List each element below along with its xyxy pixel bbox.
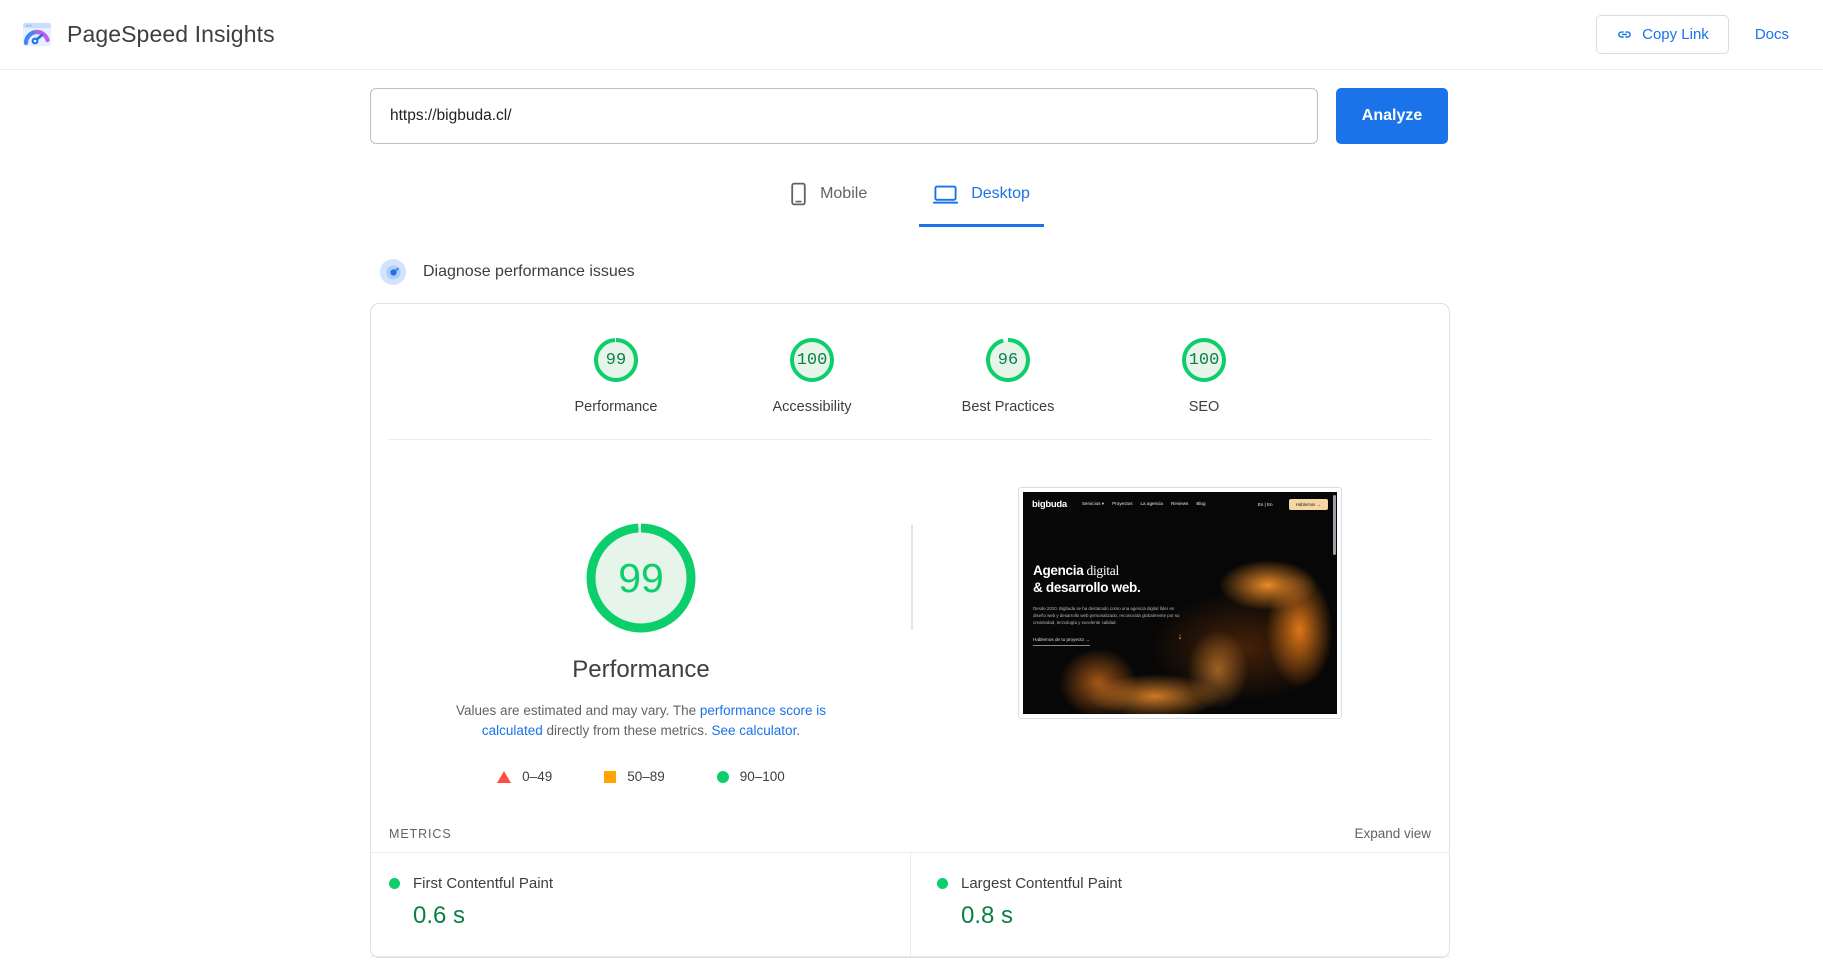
status-good-circle-icon <box>389 878 400 889</box>
score-legend: 0–49 50–89 90–100 <box>371 769 911 784</box>
page-title: PageSpeed Insights <box>67 21 275 47</box>
screenshot-nav-item: Servicios ▾ <box>1081 501 1105 506</box>
tab-mobile[interactable]: Mobile <box>776 168 881 227</box>
status-good-circle-icon <box>937 878 948 889</box>
brand: PageSpeed Insights <box>20 18 275 52</box>
performance-score-value: 99 <box>618 554 664 601</box>
screenshot-headline: Agencia digital & desarrollo web. <box>1033 562 1337 596</box>
metric-largest-contentful-paint[interactable]: Largest Contentful Paint 0.8 s <box>910 853 1449 957</box>
metric-value: 0.6 s <box>413 902 466 929</box>
copy-link-button[interactable]: Copy Link <box>1596 15 1729 54</box>
metrics-section-title: METRICS <box>389 826 452 841</box>
performance-note-prefix: Values are estimated and may vary. The <box>456 703 700 718</box>
desktop-monitor-icon <box>933 184 959 205</box>
pagespeed-gauge-icon <box>20 18 54 52</box>
screenshot-site-logo: bigbuda <box>1032 498 1067 510</box>
page-content: Analyze Mobile <box>0 70 1823 958</box>
metric-name: Largest Contentful Paint <box>961 875 1122 892</box>
score-best-practices[interactable]: 96 Best Practices <box>942 334 1074 415</box>
circle-icon <box>716 770 729 783</box>
legend-label-average: 50–89 <box>627 769 665 784</box>
score-best-practices-value: 96 <box>997 350 1019 370</box>
performance-heading: Performance <box>572 656 710 683</box>
screenshot-nav-item: Proyectos <box>1112 501 1133 506</box>
screenshot-nav-item: La agencia <box>1140 501 1163 506</box>
score-performance-value: 99 <box>605 350 627 370</box>
metric-header: First Contentful Paint <box>389 875 910 892</box>
legend-item-good: 90–100 <box>716 769 785 784</box>
triangle-icon <box>497 770 512 783</box>
score-performance[interactable]: 99 Performance <box>550 334 682 415</box>
metrics-grid: First Contentful Paint 0.6 s Largest Con… <box>371 852 1449 957</box>
screenshot-headline-word1: Agencia <box>1033 563 1084 578</box>
header-actions: Copy Link Docs <box>1596 15 1797 54</box>
performance-note-middle: directly from these metrics. <box>542 723 712 738</box>
square-icon <box>604 770 617 783</box>
tab-mobile-label: Mobile <box>820 185 868 202</box>
screenshot-cta-button: Hablemos → <box>1288 498 1328 510</box>
performance-summary-right: bigbuda Servicios ▾ Proyectos La agencia… <box>911 486 1449 784</box>
screenshot-hero-link: Hablemos de tu proyecto → <box>1033 637 1090 646</box>
score-accessibility-label: Accessibility <box>772 399 852 415</box>
performance-summary-left: 99 Performance Values are estimated and … <box>371 486 911 784</box>
summary-vertical-divider <box>911 525 913 630</box>
see-calculator-link[interactable]: See calculator. <box>712 723 801 738</box>
performance-summary: 99 Performance Values are estimated and … <box>371 440 1449 784</box>
score-best-practices-label: Best Practices <box>961 399 1055 415</box>
diagnose-label: Diagnose performance issues <box>423 263 635 280</box>
score-accessibility-value: 100 <box>796 350 828 370</box>
form-factor-tabs: Mobile Desktop <box>370 168 1450 227</box>
score-seo-value: 100 <box>1188 350 1220 370</box>
url-search-bar: Analyze <box>370 88 1450 144</box>
category-scores: 99 Performance 100 Accessibility 96 Best… <box>371 322 1449 421</box>
legend-label-poor: 0–49 <box>522 769 553 784</box>
metric-header: Largest Contentful Paint <box>937 875 1449 892</box>
performance-note: Values are estimated and may vary. The p… <box>441 701 841 741</box>
screenshot-nav-item: Blog <box>1196 501 1206 506</box>
screenshot-paragraph: Desde 2010, Bigbuda se ha destacado como… <box>1033 606 1180 625</box>
docs-link[interactable]: Docs <box>1747 22 1797 47</box>
diagnose-performance-row[interactable]: Diagnose performance issues <box>380 259 1450 285</box>
center-column: Analyze Mobile <box>370 88 1450 958</box>
screenshot-scroll-arrow-icon: ↓ <box>1177 631 1183 641</box>
gauge-performance: 99 <box>590 334 642 386</box>
score-seo-label: SEO <box>1188 399 1220 415</box>
legend-label-good: 90–100 <box>739 769 785 784</box>
screenshot-site-nav: bigbuda Servicios ▾ Proyectos La agencia… <box>1023 492 1337 516</box>
metric-name: First Contentful Paint <box>413 875 554 892</box>
screenshot-headline-word2: digital <box>1083 563 1119 578</box>
screenshot-nav-items: Servicios ▾ Proyectos La agencia Reviews… <box>1082 501 1206 507</box>
screenshot-headline-line2: & desarrollo web. <box>1033 580 1141 595</box>
metrics-header: METRICS Expand view <box>371 784 1449 852</box>
mobile-phone-icon <box>790 182 807 206</box>
legend-item-average: 50–89 <box>604 769 665 784</box>
gauge-seo: 100 <box>1178 334 1230 386</box>
score-seo[interactable]: 100 SEO <box>1138 334 1270 415</box>
screenshot-scrollbar <box>1333 495 1336 555</box>
screenshot-language-switch: Es | En <box>1257 501 1273 507</box>
metric-value: 0.8 s <box>961 902 1014 929</box>
score-accessibility[interactable]: 100 Accessibility <box>746 334 878 415</box>
gauge-performance-large: 99 <box>585 522 697 634</box>
score-performance-label: Performance <box>574 399 658 415</box>
gauge-accessibility: 100 <box>786 334 838 386</box>
page-screenshot: bigbuda Servicios ▾ Proyectos La agencia… <box>1023 492 1337 714</box>
link-icon <box>1616 26 1633 43</box>
analyze-button[interactable]: Analyze <box>1336 88 1448 144</box>
expand-view-button[interactable]: Expand view <box>1354 826 1431 841</box>
page-screenshot-frame[interactable]: bigbuda Servicios ▾ Proyectos La agencia… <box>1018 487 1342 719</box>
tab-desktop-label: Desktop <box>971 185 1030 202</box>
gauge-best-practices: 96 <box>982 334 1034 386</box>
diagnose-target-icon <box>380 259 406 285</box>
app-header: PageSpeed Insights Copy Link Docs <box>0 0 1823 70</box>
legend-item-poor: 0–49 <box>497 769 552 784</box>
screenshot-nav-item: Reviews <box>1170 501 1189 506</box>
copy-link-label: Copy Link <box>1642 26 1709 43</box>
metric-first-contentful-paint[interactable]: First Contentful Paint 0.6 s <box>371 853 910 957</box>
tab-desktop[interactable]: Desktop <box>919 168 1044 227</box>
screenshot-hero: Agencia digital & desarrollo web. Desde … <box>1023 516 1337 646</box>
report-card: 99 Performance 100 Accessibility 96 Best… <box>370 303 1450 958</box>
url-input[interactable] <box>370 88 1318 144</box>
